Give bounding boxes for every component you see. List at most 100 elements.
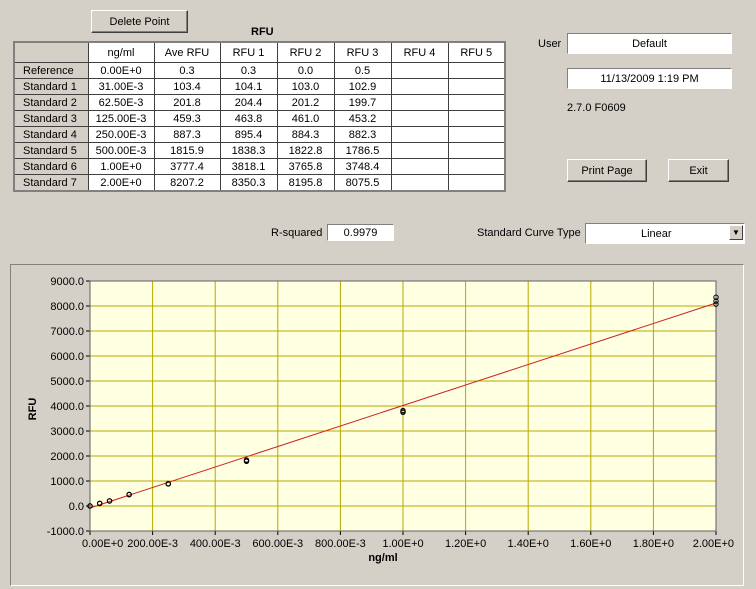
table-cell[interactable]: 3777.4 xyxy=(153,158,221,175)
y-tick-label: 7000.0 xyxy=(50,326,84,338)
table-cell[interactable] xyxy=(390,142,449,159)
table-cell[interactable]: 1838.3 xyxy=(219,142,278,159)
column-header: ng/ml xyxy=(87,41,155,63)
delete-point-button[interactable]: Delete Point xyxy=(91,10,188,33)
chart-panel: 0.00E+0 200.00E-3 400.00E-3 600.00E-3 800.00… xyxy=(10,264,744,586)
table-cell[interactable]: 0.3 xyxy=(153,62,221,79)
table-cell[interactable]: 1.00E+0 xyxy=(87,158,155,175)
y-tick-label: -1000.0 xyxy=(47,526,84,538)
table-cell[interactable] xyxy=(447,142,506,159)
table-cell[interactable]: 104.1 xyxy=(219,78,278,95)
table-cell[interactable]: 8075.5 xyxy=(333,174,392,192)
table-cell[interactable]: 1822.8 xyxy=(276,142,335,159)
table-cell[interactable]: 62.50E-3 xyxy=(87,94,155,111)
user-label: User xyxy=(538,38,562,50)
table-cell[interactable]: 1786.5 xyxy=(333,142,392,159)
table-cell[interactable]: 500.00E-3 xyxy=(87,142,155,159)
table-cell[interactable]: 461.0 xyxy=(276,110,335,127)
table-cell[interactable]: 125.00E-3 xyxy=(87,110,155,127)
table-row[interactable]: Standard 4 250.00E-3 887.3 895.4 884.3 882.3 xyxy=(13,126,506,143)
table-cell[interactable]: 0.0 xyxy=(276,62,335,79)
table-cell[interactable]: 887.3 xyxy=(153,126,221,143)
row-label: Standard 5 xyxy=(13,142,89,159)
table-cell[interactable] xyxy=(390,94,449,111)
table-cell[interactable]: 2.00E+0 xyxy=(87,174,155,192)
table-cell[interactable]: 453.2 xyxy=(333,110,392,127)
x-tick-label: 2.00E+0 xyxy=(693,538,734,550)
table-cell[interactable] xyxy=(390,126,449,143)
table-cell[interactable] xyxy=(447,110,506,127)
table-cell[interactable] xyxy=(390,110,449,127)
table-row[interactable]: Standard 6 1.00E+0 3777.4 3818.1 3765.8 3748.… xyxy=(13,158,506,175)
table-cell[interactable]: 8195.8 xyxy=(276,174,335,192)
table-cell[interactable] xyxy=(390,78,449,95)
datetime-display: 11/13/2009 1:19 PM xyxy=(567,68,732,89)
table-cell[interactable]: 895.4 xyxy=(219,126,278,143)
table-cell[interactable]: 204.4 xyxy=(219,94,278,111)
table-row[interactable]: Standard 2 62.50E-3 201.8 204.4 201.2 199.7 xyxy=(13,94,506,111)
table-cell[interactable]: 102.9 xyxy=(333,78,392,95)
row-label: Standard 6 xyxy=(13,158,89,175)
table-header-row: ng/ml Ave RFU RFU 1 RFU 2 RFU 3 RFU 4 RFU 5 xyxy=(13,41,506,63)
column-header: RFU 1 xyxy=(219,41,278,63)
table-cell[interactable]: 250.00E-3 xyxy=(87,126,155,143)
table-cell[interactable] xyxy=(447,174,506,192)
x-tick-label: 800.00E-3 xyxy=(315,538,366,550)
dropdown-arrow-icon[interactable]: ▼ xyxy=(729,225,743,240)
y-tick-label: 9000.0 xyxy=(50,276,84,288)
exit-button[interactable]: Exit xyxy=(668,159,729,182)
table-row[interactable]: Standard 7 2.00E+0 8207.2 8350.3 8195.8 8075.… xyxy=(13,174,506,192)
table-cell[interactable]: 201.8 xyxy=(153,94,221,111)
table-cell[interactable]: 1815.9 xyxy=(153,142,221,159)
table-cell[interactable] xyxy=(447,94,506,111)
table-cell[interactable] xyxy=(390,174,449,192)
table-cell[interactable]: 8207.2 xyxy=(153,174,221,192)
curve-type-value: Linear xyxy=(641,227,672,240)
curve-type-select[interactable]: Linear ▼ xyxy=(585,223,745,244)
table-row[interactable]: Standard 3 125.00E-3 459.3 463.8 461.0 453.2 xyxy=(13,110,506,127)
table-cell[interactable] xyxy=(390,62,449,79)
table-cell[interactable] xyxy=(447,78,506,95)
row-label: Standard 1 xyxy=(13,78,89,95)
table-cell[interactable]: 199.7 xyxy=(333,94,392,111)
rfu-table[interactable]: ng/ml Ave RFU RFU 1 RFU 2 RFU 3 RFU 4 RFU 5 Re… xyxy=(13,41,506,192)
table-cell[interactable]: 3818.1 xyxy=(219,158,278,175)
row-label: Standard 4 xyxy=(13,126,89,143)
table-row[interactable]: Standard 1 31.00E-3 103.4 104.1 103.0 102.9 xyxy=(13,78,506,95)
y-axis-label: RFU xyxy=(27,398,39,421)
table-cell[interactable]: 884.3 xyxy=(276,126,335,143)
table-row[interactable]: Reference 0.00E+0 0.3 0.3 0.0 0.5 xyxy=(13,62,506,79)
table-cell[interactable]: 0.00E+0 xyxy=(87,62,155,79)
table-cell[interactable]: 103.4 xyxy=(153,78,221,95)
table-cell[interactable] xyxy=(447,158,506,175)
table-cell[interactable]: 201.2 xyxy=(276,94,335,111)
y-tick-label: 4000.0 xyxy=(50,401,84,413)
table-cell[interactable]: 103.0 xyxy=(276,78,335,95)
table-cell[interactable] xyxy=(390,158,449,175)
column-header: RFU 5 xyxy=(447,41,506,63)
x-tick-label: 600.00E-3 xyxy=(252,538,303,550)
x-tick-label: 200.00E-3 xyxy=(127,538,178,550)
table-cell[interactable]: 31.00E-3 xyxy=(87,78,155,95)
table-cell[interactable]: 8350.3 xyxy=(219,174,278,192)
user-field[interactable]: Default xyxy=(567,33,732,54)
table-cell[interactable]: 3765.8 xyxy=(276,158,335,175)
table-cell[interactable]: 459.3 xyxy=(153,110,221,127)
row-label: Reference xyxy=(13,62,89,79)
column-header: RFU 3 xyxy=(333,41,392,63)
table-cell[interactable]: 882.3 xyxy=(333,126,392,143)
table-cell[interactable]: 0.3 xyxy=(219,62,278,79)
print-page-button[interactable]: Print Page xyxy=(567,159,647,182)
table-cell[interactable]: 463.8 xyxy=(219,110,278,127)
x-tick-label: 1.40E+0 xyxy=(508,538,549,550)
table-cell[interactable]: 3748.4 xyxy=(333,158,392,175)
table-row[interactable]: Standard 5 500.00E-3 1815.9 1838.3 1822.8 178… xyxy=(13,142,506,159)
x-tick-label: 1.00E+0 xyxy=(382,538,423,550)
x-tick-label: 400.00E-3 xyxy=(190,538,241,550)
table-cell[interactable]: 0.5 xyxy=(333,62,392,79)
y-tick-label: 2000.0 xyxy=(50,451,84,463)
table-cell[interactable] xyxy=(447,62,506,79)
y-tick-label: 1000.0 xyxy=(50,476,84,488)
table-cell[interactable] xyxy=(447,126,506,143)
curve-type-label: Standard Curve Type xyxy=(477,227,581,239)
